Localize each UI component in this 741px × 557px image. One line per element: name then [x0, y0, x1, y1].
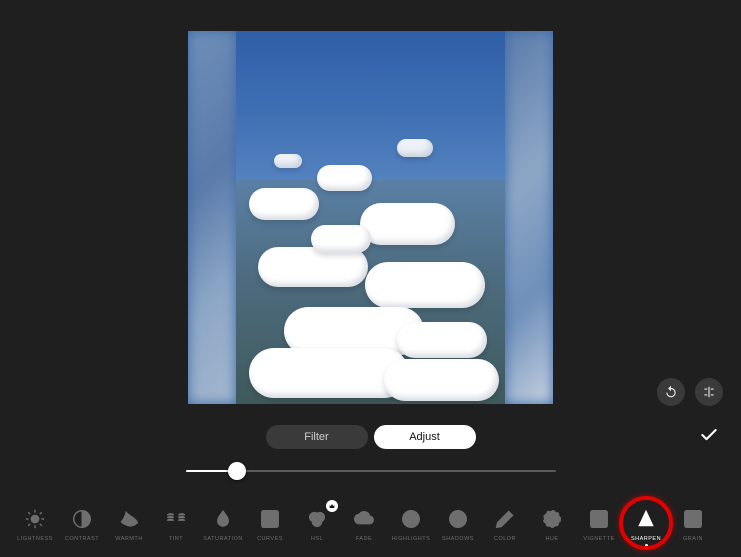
tool-label: HSL: [311, 536, 323, 542]
tool-label: COLOR: [494, 536, 516, 542]
tool-contrast[interactable]: CONTRAST: [65, 506, 99, 542]
compare-button[interactable]: [695, 378, 723, 406]
tool-label: TINT: [169, 536, 183, 542]
color-icon: [492, 506, 518, 532]
fade-icon: [351, 506, 377, 532]
highlights-icon: [398, 506, 424, 532]
pillarbox-left: [188, 31, 236, 404]
tool-label: HIGHLIGHTS: [392, 536, 431, 542]
adjust-slider-row: [0, 458, 741, 484]
tool-hsl[interactable]: HSL: [300, 506, 334, 542]
undo-button[interactable]: [657, 378, 685, 406]
premium-badge: [326, 500, 338, 512]
tool-warmth[interactable]: WARMTH: [112, 506, 146, 542]
sharpen-icon: [633, 506, 659, 532]
grain-icon: [680, 506, 706, 532]
tool-label: WARMTH: [115, 536, 143, 542]
active-indicator-dot: [645, 544, 648, 547]
tool-label: SHADOWS: [442, 536, 474, 542]
hue-icon: [539, 506, 565, 532]
tab-filter[interactable]: Filter: [266, 425, 368, 449]
photo: [236, 31, 505, 404]
tool-label: LIGHTNESS: [17, 536, 53, 542]
canvas-side-actions: [657, 378, 723, 406]
shadows-icon: [445, 506, 471, 532]
tool-tint[interactable]: TINT: [159, 506, 193, 542]
lightness-icon: [22, 506, 48, 532]
tool-shadows[interactable]: SHADOWS: [441, 506, 475, 542]
tool-label: CONTRAST: [65, 536, 99, 542]
vignette-icon: [586, 506, 612, 532]
slider-knob[interactable]: [228, 462, 246, 480]
tool-curves[interactable]: CURVES: [253, 506, 287, 542]
curves-icon: [257, 506, 283, 532]
warmth-icon: [116, 506, 142, 532]
tool-color[interactable]: COLOR: [488, 506, 522, 542]
tool-label: SHARPEN: [631, 536, 661, 542]
adjust-slider[interactable]: [186, 458, 556, 484]
tool-highlights[interactable]: HIGHLIGHTS: [394, 506, 428, 542]
tool-label: GRAIN: [683, 536, 703, 542]
tool-lightness[interactable]: LIGHTNESS: [18, 506, 52, 542]
tool-fade[interactable]: FADE: [347, 506, 381, 542]
adjust-tools-row: LIGHTNESS CONTRAST WARMTH TINT SATURATION CUR…: [0, 506, 741, 547]
tool-vignette[interactable]: VIGNETTE: [582, 506, 616, 542]
contrast-icon: [69, 506, 95, 532]
apply-button[interactable]: [699, 425, 719, 450]
tool-label: CURVES: [257, 536, 283, 542]
tab-adjust[interactable]: Adjust: [374, 425, 476, 449]
tool-hue[interactable]: HUE: [535, 506, 569, 542]
editor-stage: [0, 0, 741, 418]
saturation-icon: [210, 506, 236, 532]
hsl-icon: [304, 506, 330, 532]
mode-segmented-control: Filter Adjust: [0, 425, 741, 449]
tool-label: HUE: [545, 536, 558, 542]
tool-grain[interactable]: GRAIN: [676, 506, 710, 542]
tool-label: VIGNETTE: [583, 536, 615, 542]
tint-icon: [163, 506, 189, 532]
tool-label: FADE: [356, 536, 372, 542]
tool-saturation[interactable]: SATURATION: [206, 506, 240, 542]
pillarbox-right: [505, 31, 553, 404]
tool-label: SATURATION: [203, 536, 243, 542]
tool-sharpen[interactable]: SHARPEN: [629, 506, 663, 547]
image-canvas[interactable]: [188, 31, 553, 404]
